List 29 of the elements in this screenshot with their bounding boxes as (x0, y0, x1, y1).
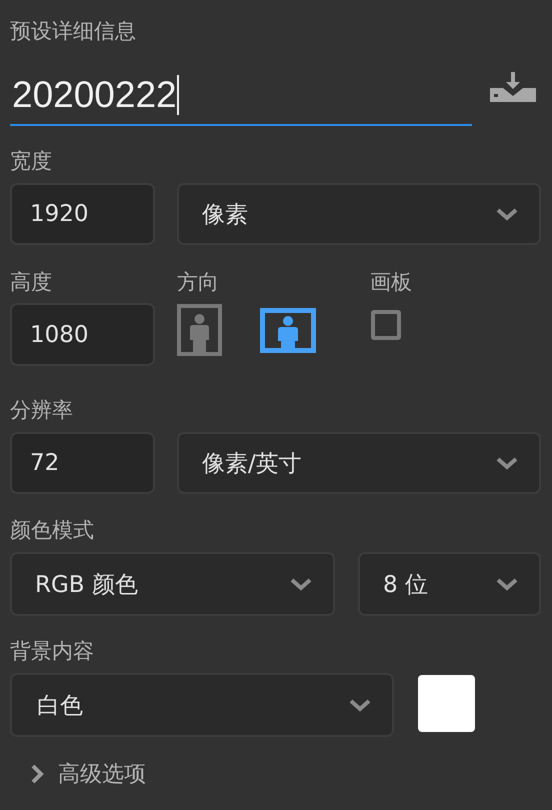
advanced-options-toggle[interactable]: 高级选项 (30, 759, 146, 789)
chevron-down-icon (495, 456, 519, 470)
chevron-down-icon (495, 577, 519, 591)
background-label: 背景内容 (10, 638, 95, 665)
orientation-label: 方向 (177, 269, 220, 296)
resolution-field[interactable]: 72 (10, 432, 155, 494)
color-mode-label: 颜色模式 (10, 517, 95, 544)
width-unit-dropdown[interactable]: 像素 (177, 183, 541, 245)
landscape-orientation-icon[interactable] (260, 308, 316, 352)
color-mode-dropdown[interactable]: RGB 颜色 (10, 552, 335, 616)
width-label: 宽度 (10, 148, 53, 175)
resolution-unit-dropdown[interactable]: 像素/英寸 (177, 432, 541, 494)
width-field[interactable]: 1920 (10, 183, 155, 245)
artboard-checkbox[interactable] (371, 310, 401, 340)
height-label: 高度 (10, 269, 53, 296)
save-preset-icon[interactable] (490, 72, 536, 102)
artboard-label: 画板 (370, 269, 412, 296)
preset-name-field[interactable]: 20200222 (10, 66, 472, 126)
chevron-down-icon (289, 577, 313, 591)
panel-title: 预设详细信息 (10, 18, 137, 45)
color-swatch[interactable] (418, 675, 475, 732)
height-field[interactable]: 1080 (10, 303, 155, 366)
resolution-label: 分辨率 (10, 397, 74, 424)
chevron-down-icon (348, 698, 372, 712)
background-dropdown[interactable]: 白色 (10, 673, 394, 737)
chevron-down-icon (495, 207, 519, 221)
bit-depth-dropdown[interactable]: 8 位 (358, 552, 541, 616)
portrait-orientation-icon[interactable] (177, 304, 222, 356)
chevron-right-icon (30, 763, 44, 785)
